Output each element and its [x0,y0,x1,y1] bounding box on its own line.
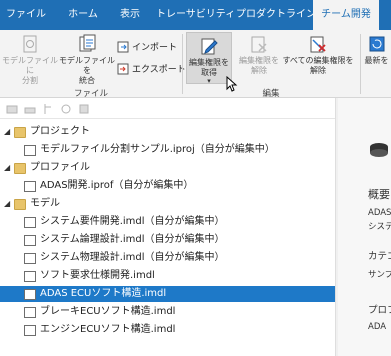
tree-folder-project[interactable]: ◢ プロジェクト [4,124,335,140]
model-file-icon [24,216,36,228]
tree-item-model-file[interactable]: ソフト要求仕様開発.imdl [24,268,335,284]
tab-product-line[interactable]: プロダクトライン [236,0,316,30]
tree-tool-icon-5[interactable] [78,103,90,115]
model-file-icon [24,324,36,336]
tree-item-model-file-selected[interactable]: ADAS ECUソフト構造.imdl [0,286,335,302]
model-file-tree: ◢ プロジェクト モデルファイル分割サンプル.iproj（自分が編集中） ◢ プ… [0,124,335,356]
tree-item-project-file[interactable]: モデルファイル分割サンプル.iproj（自分が編集中） [24,142,335,158]
folder-icon [14,126,26,138]
tree-item-model-file[interactable]: システム要件開発.imdl（自分が編集中） [24,214,335,230]
tab-home[interactable]: ホーム [62,0,104,30]
release-all-label: すべての編集権限を 解除 [282,56,354,75]
group-separator [182,34,183,94]
tree-item-label: ADAS ECUソフト構造.imdl [40,288,167,299]
tree-item-model-file[interactable]: システム論理設計.imdl（自分が編集中） [24,232,335,248]
overview-heading: 概要 [368,188,390,201]
acquire-edit-label: 編集権限を 取得 [189,58,229,77]
tab-team-development[interactable]: チーム開発 [313,0,379,31]
tree-item-label: ADAS開発.iprof（自分が編集中） [40,180,194,191]
split-model-label: モデルファイルに 分割 [2,56,58,85]
profile-value: ADA [368,322,387,332]
merge-model-icon [79,34,96,52]
import-label: インポート [132,43,178,53]
profile-heading: プロフ [368,305,391,316]
expand-arrow-icon[interactable]: ◢ [4,196,14,212]
ribbon-tab-bar: ファイル ホーム 表示 トレーサビリティ プロダクトライン チーム開発 [0,0,391,31]
tree-tool-icon-4[interactable] [60,103,72,115]
category-heading: カテゴ [368,251,391,262]
export-button[interactable]: エクスポート [117,62,186,75]
profile-file-icon [24,180,36,192]
expand-arrow-icon[interactable]: ◢ [4,124,14,140]
tree-item-label: ソフト要求仕様開発.imdl [40,270,155,281]
dropdown-arrow-icon: ▾ [207,77,211,85]
group-separator [360,34,361,94]
properties-panel: 概要 ADAS システ カテゴ サンプ プロフ ADA [338,98,391,356]
tree-item-label: システム要件開発.imdl（自分が編集中） [40,216,225,227]
model-file-icon [24,270,36,282]
tree-tool-icon-2[interactable] [24,103,36,115]
tree-item-label: システム物理設計.imdl（自分が編集中） [40,252,225,263]
tree-item-profile-file[interactable]: ADAS開発.iprof（自分が編集中） [24,178,335,194]
tree-tool-icon-3[interactable] [42,103,54,115]
category-value: サンプ [368,270,391,280]
model-file-icon [24,288,36,300]
tree-item-label: モデルファイル分割サンプル.iproj（自分が編集中） [40,144,275,155]
import-icon [117,41,129,52]
tree-item-model-file[interactable]: システム物理設計.imdl（自分が編集中） [24,250,335,266]
ribbon-panel: モデルファイルに 分割 モデルファイルを 統合 インポート エクスポート ファイ… [0,30,391,99]
pencil-document-icon [201,38,218,55]
tree-item-label: プロジェクト [30,126,90,137]
split-model-icon [23,35,37,53]
refresh-document-icon [369,36,384,52]
database-icon [370,143,388,157]
model-file-icon [24,252,36,264]
expand-arrow-icon[interactable]: ◢ [4,160,14,176]
tree-item-label: ブレーキECUソフト構造.imdl [40,306,176,317]
release-all-permissions-button[interactable]: すべての編集権限を 解除 [282,34,354,84]
model-file-icon [24,306,36,318]
export-icon [117,63,129,74]
split-model-button[interactable]: モデルファイルに 分割 [2,34,58,85]
tree-folder-model[interactable]: ◢ モデル [4,196,335,212]
tree-item-model-file[interactable]: エンジンECUソフト構造.imdl [24,322,335,338]
merge-model-button[interactable]: モデルファイルを 統合 [59,34,115,85]
overview-line-1: ADAS [368,208,391,218]
get-latest-button[interactable]: 最新を [362,34,391,84]
tab-traceability[interactable]: トレーサビリティ [156,0,235,30]
tree-folder-profile[interactable]: ◢ プロファイル [4,160,335,176]
group-label-file: ファイル [73,89,108,99]
tree-item-label: システム論理設計.imdl（自分が編集中） [40,234,225,245]
tab-view[interactable]: 表示 [110,0,150,30]
model-file-icon [24,234,36,246]
import-button[interactable]: インポート [117,40,177,53]
export-label: エクスポート [132,65,186,75]
project-file-icon [24,144,36,156]
overview-line-2: システ [368,222,391,232]
merge-model-label: モデルファイルを 統合 [59,56,115,85]
folder-icon [14,198,26,210]
tree-item-label: エンジンECUソフト構造.imdl [40,324,176,335]
folder-icon [14,162,26,174]
tree-item-label: モデル [30,198,60,209]
tab-file[interactable]: ファイル [0,0,52,30]
release-edit-label: 編集権限を 解除 [239,56,279,75]
release-all-icon [310,36,326,53]
tree-item-label: プロファイル [30,162,90,173]
tree-toolbar [0,99,335,119]
group-label-edit: 編集 [262,89,280,99]
release-edit-permission-button[interactable]: 編集権限を 解除 [236,34,282,84]
release-document-icon [251,36,267,53]
tree-tool-icon-1[interactable] [6,103,18,115]
get-latest-label: 最新を [364,56,389,65]
tree-item-model-file[interactable]: ブレーキECUソフト構造.imdl [24,304,335,320]
